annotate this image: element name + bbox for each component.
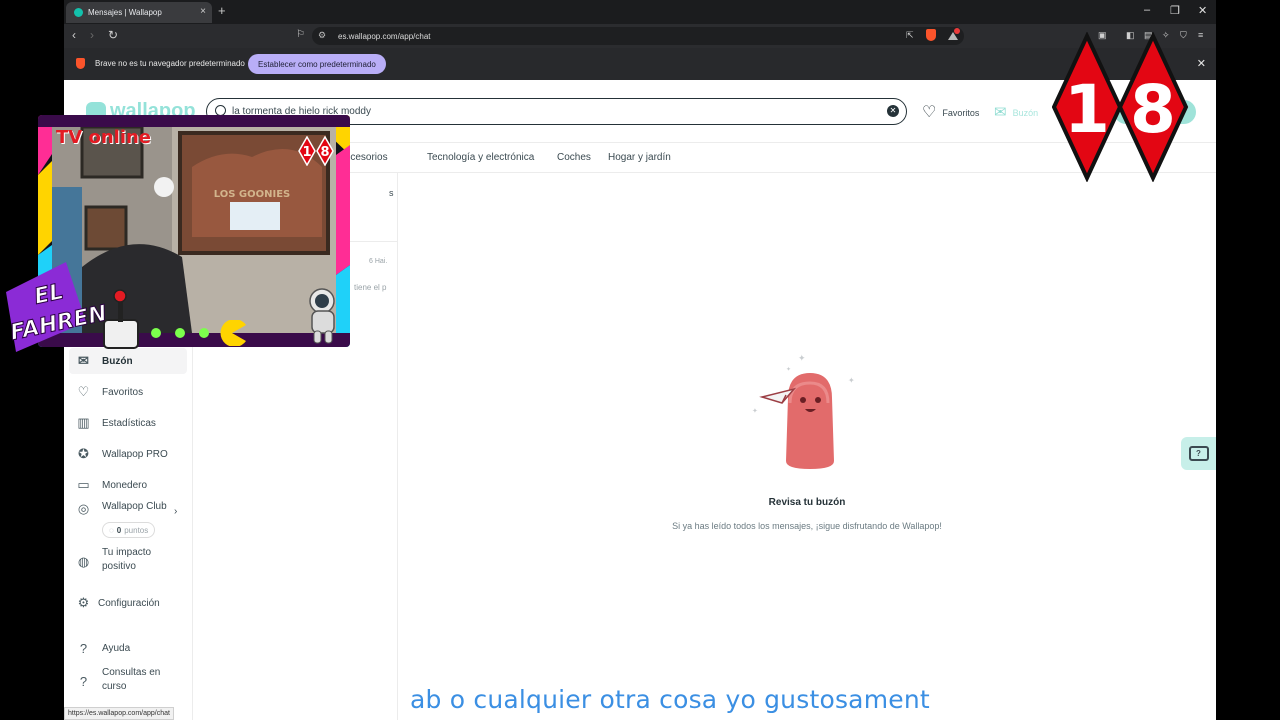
browser-tab[interactable]: Mensajes | Wallapop × xyxy=(66,2,212,23)
reload-icon[interactable]: ↻ xyxy=(108,28,118,42)
coin-icon: ◌ xyxy=(109,525,114,535)
sidebar-item-label: Configuración xyxy=(98,597,160,609)
envelope-icon: ✉ xyxy=(994,104,1007,121)
help-chat-button[interactable]: ? xyxy=(1181,437,1216,470)
back-arrow-icon[interactable]: ‹ xyxy=(72,28,76,42)
sidebar-item-estadisticas[interactable]: ▥ Estadísticas xyxy=(69,410,187,436)
globe-icon: ◎ xyxy=(77,501,90,516)
sidebar-item-wallapop-pro[interactable]: ✪ Wallapop PRO xyxy=(69,441,187,467)
chat-help-icon: ? xyxy=(1188,446,1209,461)
infobar-message: Brave no es tu navegador predeterminado xyxy=(95,59,245,68)
sidebar-item-favoritos[interactable]: ♡ Favoritos xyxy=(69,379,187,405)
browser-window: Mensajes | Wallapop × + – ❐ ✕ ‹ › ↻ ⚐ ⚙ … xyxy=(64,0,1216,80)
category-link[interactable]: Tecnología y electrónica xyxy=(427,152,534,163)
sidebar-item-monedero[interactable]: ▭ Monedero xyxy=(69,472,187,498)
partial-text: s xyxy=(389,188,394,198)
browser-toolbar: ‹ › ↻ ⚐ ⚙ es.wallapop.com/app/chat ⇱ ▣ ◧… xyxy=(64,24,1216,48)
chevron-right-icon[interactable]: › xyxy=(174,506,177,517)
buzon-label: Buzón xyxy=(1012,107,1039,118)
share-icon[interactable]: ⇱ xyxy=(906,30,914,41)
age-digit: 1 xyxy=(302,145,311,160)
points-label: puntos xyxy=(124,525,149,535)
new-tab-button[interactable]: + xyxy=(218,3,226,18)
sidebar-item-impacto[interactable]: ◍ Tu impacto positivo xyxy=(69,544,187,582)
sidebar-item-ayuda[interactable]: ? Ayuda xyxy=(69,635,187,661)
webcam-title: TV online xyxy=(56,127,152,148)
age-digit: 8 xyxy=(320,145,329,160)
verified-badge-icon: ✪ xyxy=(78,446,89,461)
age-rating-badge: 1 8 xyxy=(1052,32,1189,182)
clear-search-icon[interactable]: ✕ xyxy=(887,105,899,117)
sidebar-item-label: Monedero xyxy=(102,479,148,491)
wallet-icon: ▭ xyxy=(77,477,90,492)
gear-icon: ⚙ xyxy=(77,595,90,610)
empty-state-subtitle: Si ya has leído todos los mensajes, ¡sig… xyxy=(672,521,942,531)
favoritos-link[interactable]: ♡ Favoritos xyxy=(922,105,979,121)
url-text: es.wallapop.com/app/chat xyxy=(338,31,431,41)
sidebar-item-label: Ayuda xyxy=(102,642,131,654)
close-window-button[interactable]: ✕ xyxy=(1198,4,1207,17)
bar-chart-icon: ▥ xyxy=(77,415,90,430)
empty-inbox-state: ✦ ✦ ✦ ✦ Revisa tu buzón Si ya has leído … xyxy=(398,173,1216,720)
site-settings-icon[interactable]: ⚙ xyxy=(318,30,326,41)
brave-shield-icon[interactable] xyxy=(926,29,936,41)
tab-title: Mensajes | Wallapop xyxy=(88,8,162,17)
svg-text:✦: ✦ xyxy=(786,366,791,373)
webcam-age-badge: 1 8 xyxy=(298,136,334,166)
empty-state-title: Revisa tu buzón xyxy=(768,497,846,508)
club-points-badge: ◌ 0 puntos xyxy=(102,522,156,538)
set-default-button[interactable]: Establecer como predeterminado xyxy=(248,54,386,74)
help-icon: ? xyxy=(79,674,88,689)
sidebar-item-label: Estadísticas xyxy=(102,417,156,429)
paper-plane-mascot-illustration: ✦ ✦ ✦ ✦ xyxy=(752,353,855,469)
default-browser-infobar: Brave no es tu navegador predeterminado … xyxy=(64,48,1216,80)
conversation-date: 6 Hai. xyxy=(369,258,388,265)
sidebar-item-consultas[interactable]: ? Consultas en curso xyxy=(69,664,187,702)
conversation-snippet: tiene el p xyxy=(354,283,387,292)
sidebar-item-configuracion[interactable]: ⚙ Configuración xyxy=(69,590,187,616)
video-subtitle: ab o cualquier otra cosa yo gustosament xyxy=(410,685,930,714)
wallapop-favicon-icon xyxy=(74,8,83,17)
menu-icon[interactable]: ≡ xyxy=(1198,30,1203,40)
maximize-button[interactable]: ❐ xyxy=(1170,4,1180,17)
svg-text:✦: ✦ xyxy=(848,376,855,385)
category-link[interactable]: Coches xyxy=(557,152,591,163)
svg-text:✦: ✦ xyxy=(752,407,758,415)
sidebar-item-label: Consultas en curso xyxy=(102,667,161,692)
age-digit: 8 xyxy=(1130,71,1176,148)
minimize-button[interactable]: – xyxy=(1144,4,1150,16)
tab-strip: Mensajes | Wallapop × + – ❐ ✕ xyxy=(64,0,1216,24)
buzon-link[interactable]: ✉ Buzón xyxy=(994,105,1038,120)
astronaut-illustration xyxy=(309,288,335,344)
favoritos-label: Favoritos xyxy=(942,108,980,118)
el-fahren-logo: EL FAHREN xyxy=(6,262,139,352)
help-icon: ? xyxy=(79,640,88,656)
age-digit: 1 xyxy=(1064,71,1110,148)
poster-text: LOS GOONIES xyxy=(214,189,291,200)
sidebar-item-label: Tu impacto positivo xyxy=(102,547,152,572)
bookmark-icon[interactable]: ⚐ xyxy=(296,29,305,40)
sidebar-item-label: Favoritos xyxy=(102,386,144,398)
heart-icon: ♡ xyxy=(922,104,937,121)
category-link[interactable]: Hogar y jardín xyxy=(608,152,671,163)
forward-arrow-icon[interactable]: › xyxy=(90,28,94,42)
earth-icon: ◍ xyxy=(77,554,90,569)
svg-text:✦: ✦ xyxy=(798,353,806,363)
sidebar-item-label: Wallapop PRO xyxy=(102,448,168,460)
brave-lion-icon xyxy=(76,58,85,69)
address-bar[interactable]: ⚙ es.wallapop.com/app/chat xyxy=(312,27,964,45)
sidebar-item-label: Wallapop Club xyxy=(102,501,167,512)
brave-rewards-icon[interactable] xyxy=(948,28,960,40)
heart-icon: ♡ xyxy=(77,384,90,399)
close-tab-icon[interactable]: × xyxy=(200,6,206,17)
status-bar-url: https://es.wallapop.com/app/chat xyxy=(64,707,174,720)
points-value: 0 xyxy=(116,525,122,535)
infobar-close-icon[interactable]: ✕ xyxy=(1197,57,1206,70)
